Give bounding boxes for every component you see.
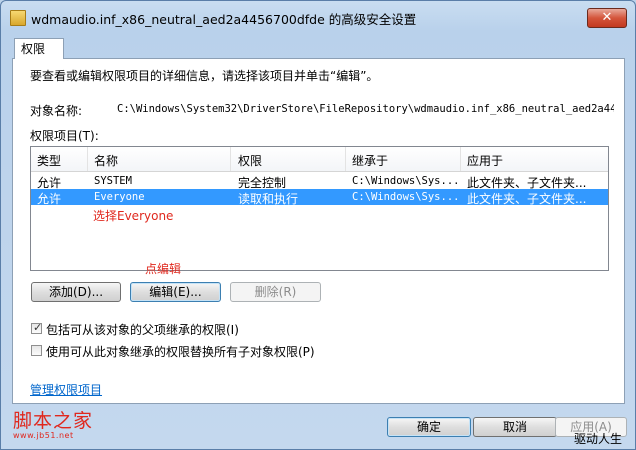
inherit-permissions-checkbox[interactable]: ✓ xyxy=(31,321,43,334)
column-header-inherited-from[interactable]: 继承于 xyxy=(352,152,388,169)
security-settings-window: wdmaudio.inf_x86_neutral_aed2a4456700dfd… xyxy=(0,0,636,450)
cancel-button[interactable]: 取消 xyxy=(473,417,557,437)
table-row-system[interactable]: 允许 SYSTEM 完全控制 C:\Windows\Sys... 此文件夹、子文… xyxy=(31,173,608,190)
watermark-jb51-logo: 脚本之家 xyxy=(13,410,94,432)
folder-icon xyxy=(10,10,26,26)
inherit-permissions-label[interactable]: 包括可从该对象的父项继承的权限(I) xyxy=(46,321,239,338)
edit-button[interactable]: 编辑(E)... xyxy=(130,282,221,302)
check-icon: ✓ xyxy=(33,321,43,334)
table-row-everyone[interactable]: 允许 Everyone 读取和执行 C:\Windows\Sys... 此文件夹… xyxy=(31,189,608,206)
title-bar[interactable]: wdmaudio.inf_x86_neutral_aed2a4456700dfd… xyxy=(1,1,635,31)
annotation-select-everyone: 选择Everyone xyxy=(93,209,174,223)
manage-permissions-link[interactable]: 管理权限项目 xyxy=(30,381,102,398)
instructions-text: 要查看或编辑权限项目的详细信息，请选择该项目并单击“编辑”。 xyxy=(30,69,379,83)
close-button[interactable]: ✕ xyxy=(587,8,627,28)
cell-name: Everyone xyxy=(94,191,145,203)
tab-permissions[interactable]: 权限 xyxy=(14,38,64,59)
object-name-label: 对象名称: xyxy=(30,104,83,118)
cell-name: SYSTEM xyxy=(94,175,132,187)
cell-type: 允许 xyxy=(37,192,62,206)
cell-inherited-from: C:\Windows\Sys... xyxy=(352,191,460,203)
permission-entries-label: 权限项目(T): xyxy=(30,129,99,143)
annotation-click-edit: 点编辑 xyxy=(145,262,182,276)
cell-inherited-from: C:\Windows\Sys... xyxy=(352,175,460,187)
ok-button[interactable]: 确定 xyxy=(387,417,471,437)
watermark-jb51-url: www.jb51.net xyxy=(13,431,74,440)
object-name-value: C:\Windows\System32\DriverStore\FileRepo… xyxy=(117,103,614,115)
replace-child-permissions-checkbox[interactable] xyxy=(31,345,42,356)
watermark-driver-genius: 驱动人生 xyxy=(574,432,623,446)
column-header-type[interactable]: 类型 xyxy=(37,152,61,169)
cell-permission: 读取和执行 xyxy=(238,192,299,206)
remove-button[interactable]: 删除(R) xyxy=(230,282,321,302)
list-header: 类型 名称 权限 继承于 应用于 xyxy=(31,147,608,172)
window-title: wdmaudio.inf_x86_neutral_aed2a4456700dfd… xyxy=(31,12,417,27)
cell-applies-to: 此文件夹、子文件夹... xyxy=(467,192,587,206)
add-button[interactable]: 添加(D)... xyxy=(31,282,121,302)
column-header-name[interactable]: 名称 xyxy=(94,152,118,169)
replace-child-permissions-label[interactable]: 使用可从此对象继承的权限替换所有子对象权限(P) xyxy=(46,343,315,360)
column-header-applies-to[interactable]: 应用于 xyxy=(467,152,503,169)
column-header-permission[interactable]: 权限 xyxy=(238,152,262,169)
